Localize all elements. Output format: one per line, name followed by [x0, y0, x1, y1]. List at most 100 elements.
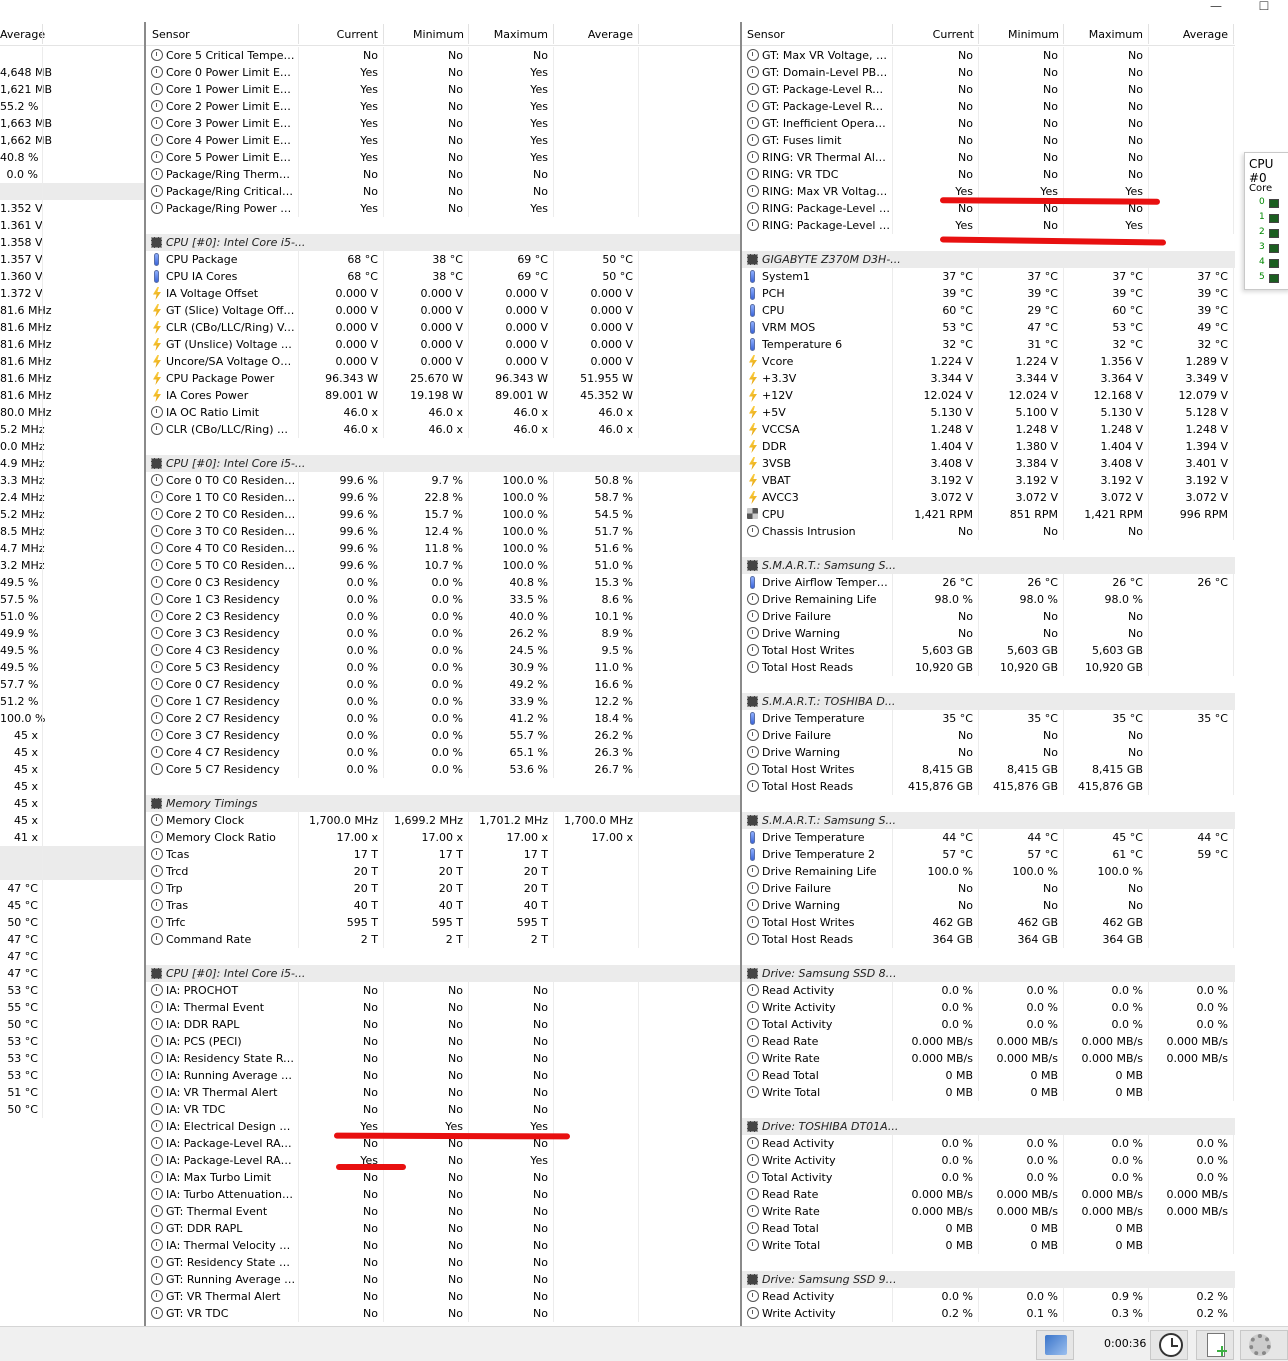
- sensor-row[interactable]: Write Total 0 MB 0 MB 0 MB: [742, 1237, 1235, 1254]
- sensor-row[interactable]: Write Activity 0.2 % 0.1 % 0.3 % 0.2 %: [742, 1305, 1235, 1322]
- sensor-row[interactable]: Core 0 C3 Residency 0.0 % 0.0 % 40.8 % 15.3 …: [146, 574, 740, 591]
- sensor-row[interactable]: 55 °C: [0, 999, 145, 1016]
- sensor-row[interactable]: 0.0 %: [0, 166, 145, 183]
- sensor-row[interactable]: CPU Package Power 96.343 W 25.670 W 96.343 …: [146, 370, 740, 387]
- column-header-sensor[interactable]: Sensor: [152, 28, 190, 42]
- sensor-group-header[interactable]: Drive: Samsung SSD 85...: [742, 965, 1235, 982]
- sensor-row[interactable]: 1,663 MB: [0, 115, 145, 132]
- sensor-row[interactable]: 45 x: [0, 778, 145, 795]
- sensor-row[interactable]: GT (Slice) Voltage Offset 0.000 V 0.000 V 0…: [146, 302, 740, 319]
- sensor-row[interactable]: Core 4 C7 Residency 0.0 % 0.0 % 65.1 % 26.3 …: [146, 744, 740, 761]
- sensor-row[interactable]: 81.6 MHz: [0, 302, 145, 319]
- sensor-row[interactable]: Vcore 1.224 V 1.224 V 1.356 V 1.289 V: [742, 353, 1235, 370]
- sensor-group-header[interactable]: S.M.A.R.T.: Samsung S...: [742, 812, 1235, 829]
- sensor-row[interactable]: IA: Running Average Th... No No No: [146, 1067, 740, 1084]
- sensor-row[interactable]: RING: Package-Level R... Yes No Yes: [742, 217, 1235, 234]
- sensor-row[interactable]: 49.5 %: [0, 642, 145, 659]
- sensor-row[interactable]: 81.6 MHz: [0, 370, 145, 387]
- sensor-row[interactable]: CPU IA Cores 68 °C 38 °C 69 °C 50 °C: [146, 268, 740, 285]
- sensor-row[interactable]: IA: Package-Level RAPL... Yes No Yes: [146, 1152, 740, 1169]
- sensor-row[interactable]: Drive Temperature 35 °C 35 °C 35 °C 35 °C: [742, 710, 1235, 727]
- column-divider[interactable]: [42, 24, 43, 44]
- sensor-row[interactable]: Write Rate 0.000 MB/s 0.000 MB/s 0.000 MB/s…: [742, 1203, 1235, 1220]
- sensor-row[interactable]: Trfc 595 T 595 T 595 T: [146, 914, 740, 931]
- sensor-row[interactable]: Command Rate 2 T 2 T 2 T: [146, 931, 740, 948]
- sensor-row[interactable]: Read Total 0 MB 0 MB 0 MB: [742, 1067, 1235, 1084]
- sensor-row[interactable]: IA: PROCHOT No No No: [146, 982, 740, 999]
- sensor-row[interactable]: 5.2 MHz: [0, 421, 145, 438]
- sensor-row[interactable]: 45 x: [0, 812, 145, 829]
- sensor-row[interactable]: Trp 20 T 20 T 20 T: [146, 880, 740, 897]
- sensor-row[interactable]: Total Host Writes 8,415 GB 8,415 GB 8,415 G…: [742, 761, 1235, 778]
- sensor-row[interactable]: Temperature 6 32 °C 31 °C 32 °C 32 °C: [742, 336, 1235, 353]
- sensor-row[interactable]: IA: PCS (PECI) No No No: [146, 1033, 740, 1050]
- sensor-row[interactable]: Read Total 0 MB 0 MB 0 MB: [742, 1220, 1235, 1237]
- column-header-sensor[interactable]: Sensor: [747, 28, 785, 42]
- sensor-row[interactable]: 49.9 %: [0, 625, 145, 642]
- sensor-row[interactable]: Read Activity 0.0 % 0.0 % 0.9 % 0.2 %: [742, 1288, 1235, 1305]
- sensor-row[interactable]: Core 5 C7 Residency 0.0 % 0.0 % 53.6 % 26.7 …: [146, 761, 740, 778]
- sensor-row[interactable]: GT: Residency State Re... No No No: [146, 1254, 740, 1271]
- sensor-group-header[interactable]: Memory Timings: [146, 795, 740, 812]
- sensor-row[interactable]: CLR (CBo/LLC/Ring) Volt... 0.000 V 0.000 V…: [146, 319, 740, 336]
- sensor-group-header[interactable]: GIGABYTE Z370M D3H-...: [742, 251, 1235, 268]
- column-header-maximum[interactable]: Maximum: [1075, 28, 1143, 42]
- sensor-row[interactable]: [0, 47, 145, 64]
- sensor-group-header[interactable]: Drive: TOSHIBA DT01A...: [742, 1118, 1235, 1135]
- sensor-row[interactable]: 55.2 %: [0, 98, 145, 115]
- sensor-row[interactable]: GT: Package-Level RAPL... No No No: [742, 81, 1235, 98]
- sensor-row[interactable]: 4.9 MHz: [0, 455, 145, 472]
- sensor-row[interactable]: Read Rate 0.000 MB/s 0.000 MB/s 0.000 MB/s 0…: [742, 1186, 1235, 1203]
- column-divider[interactable]: [978, 24, 979, 44]
- sensor-row[interactable]: 49.5 %: [0, 659, 145, 676]
- sensor-row[interactable]: 57.7 %: [0, 676, 145, 693]
- sensor-row[interactable]: Drive Remaining Life 100.0 % 100.0 % 100.0 …: [742, 863, 1235, 880]
- sensor-row[interactable]: IA: VR Thermal Alert No No No: [146, 1084, 740, 1101]
- sensor-row[interactable]: +3.3V 3.344 V 3.344 V 3.364 V 3.349 V: [742, 370, 1235, 387]
- sensor-row[interactable]: Drive Warning No No No: [742, 625, 1235, 642]
- column-divider[interactable]: [892, 24, 893, 44]
- sensor-group-header[interactable]: S.M.A.R.T.: Samsung S...: [742, 557, 1235, 574]
- sensor-group-header[interactable]: Drive: Samsung SSD 97...: [742, 1271, 1235, 1288]
- sensor-row[interactable]: GT: VR Thermal Alert No No No: [146, 1288, 740, 1305]
- sensor-row[interactable]: 1,662 MB: [0, 132, 145, 149]
- sensor-row[interactable]: 100.0 %: [0, 710, 145, 727]
- sensor-row[interactable]: 8.5 MHz: [0, 523, 145, 540]
- sensor-row[interactable]: Total Host Writes 5,603 GB 5,603 GB 5,603 G…: [742, 642, 1235, 659]
- reset-clock-button[interactable]: [1150, 1330, 1188, 1360]
- sensor-row[interactable]: GT: Inefficient Operation No No No: [742, 115, 1235, 132]
- sensor-row[interactable]: VBAT 3.192 V 3.192 V 3.192 V 3.192 V: [742, 472, 1235, 489]
- sensor-row[interactable]: Memory Clock Ratio 17.00 x 17.00 x 17.00 x 1…: [146, 829, 740, 846]
- sensor-row[interactable]: 53 °C: [0, 982, 145, 999]
- sensor-row[interactable]: 3.3 MHz: [0, 472, 145, 489]
- sensor-row[interactable]: 45 x: [0, 761, 145, 778]
- sensor-row[interactable]: Core 2 T0 C0 Residency 99.6 % 15.7 % 100.0 …: [146, 506, 740, 523]
- sensor-row[interactable]: PCH 39 °C 39 °C 39 °C 39 °C: [742, 285, 1235, 302]
- sensor-row[interactable]: Core 4 C3 Residency 0.0 % 0.0 % 24.5 % 9.5 %: [146, 642, 740, 659]
- sensor-row[interactable]: GT: Domain-Level PBM P... No No No: [742, 64, 1235, 81]
- sensor-row[interactable]: 2.4 MHz: [0, 489, 145, 506]
- sensor-panel-right[interactable]: Sensor Current Minimum Maximum Average G…: [742, 22, 1235, 1326]
- sensor-panel-left[interactable]: Average 4,648 MB 1,621 MB 55.2 % 1,663 MB 1,…: [0, 22, 145, 1326]
- network-monitor-button[interactable]: [1036, 1330, 1074, 1360]
- sensor-row[interactable]: 81.6 MHz: [0, 336, 145, 353]
- column-header-current[interactable]: Current: [908, 28, 974, 42]
- sensor-row[interactable]: Drive Warning No No No: [742, 897, 1235, 914]
- sensor-row[interactable]: 50 °C: [0, 1101, 145, 1118]
- sensor-row[interactable]: Total Activity 0.0 % 0.0 % 0.0 % 0.0 %: [742, 1016, 1235, 1033]
- settings-button[interactable]: [1240, 1330, 1288, 1360]
- sensor-row[interactable]: GT: VR TDC No No No: [146, 1305, 740, 1322]
- sensor-row[interactable]: 1.358 V: [0, 234, 145, 251]
- sensor-row[interactable]: IA: Max Turbo Limit No No No: [146, 1169, 740, 1186]
- sensor-row[interactable]: 50 °C: [0, 1016, 145, 1033]
- cpu-core-popup[interactable]: CPU #0 Core 0 1 2 3 4 5: [1244, 152, 1288, 290]
- sensor-row[interactable]: CPU Package 68 °C 38 °C 69 °C 50 °C: [146, 251, 740, 268]
- sensor-row[interactable]: Core 0 Power Limit Exce... Yes No Yes: [146, 64, 740, 81]
- sensor-row[interactable]: Drive Failure No No No: [742, 727, 1235, 744]
- sensor-row[interactable]: RING: VR Thermal Alert No No No: [742, 149, 1235, 166]
- column-header-average[interactable]: Average: [0, 28, 45, 42]
- sensor-row[interactable]: IA: Turbo Attenuation (... No No No: [146, 1186, 740, 1203]
- sensor-row[interactable]: 45 °C: [0, 897, 145, 914]
- sensor-row[interactable]: Total Activity 0.0 % 0.0 % 0.0 % 0.0 %: [742, 1169, 1235, 1186]
- column-divider[interactable]: [1063, 24, 1064, 44]
